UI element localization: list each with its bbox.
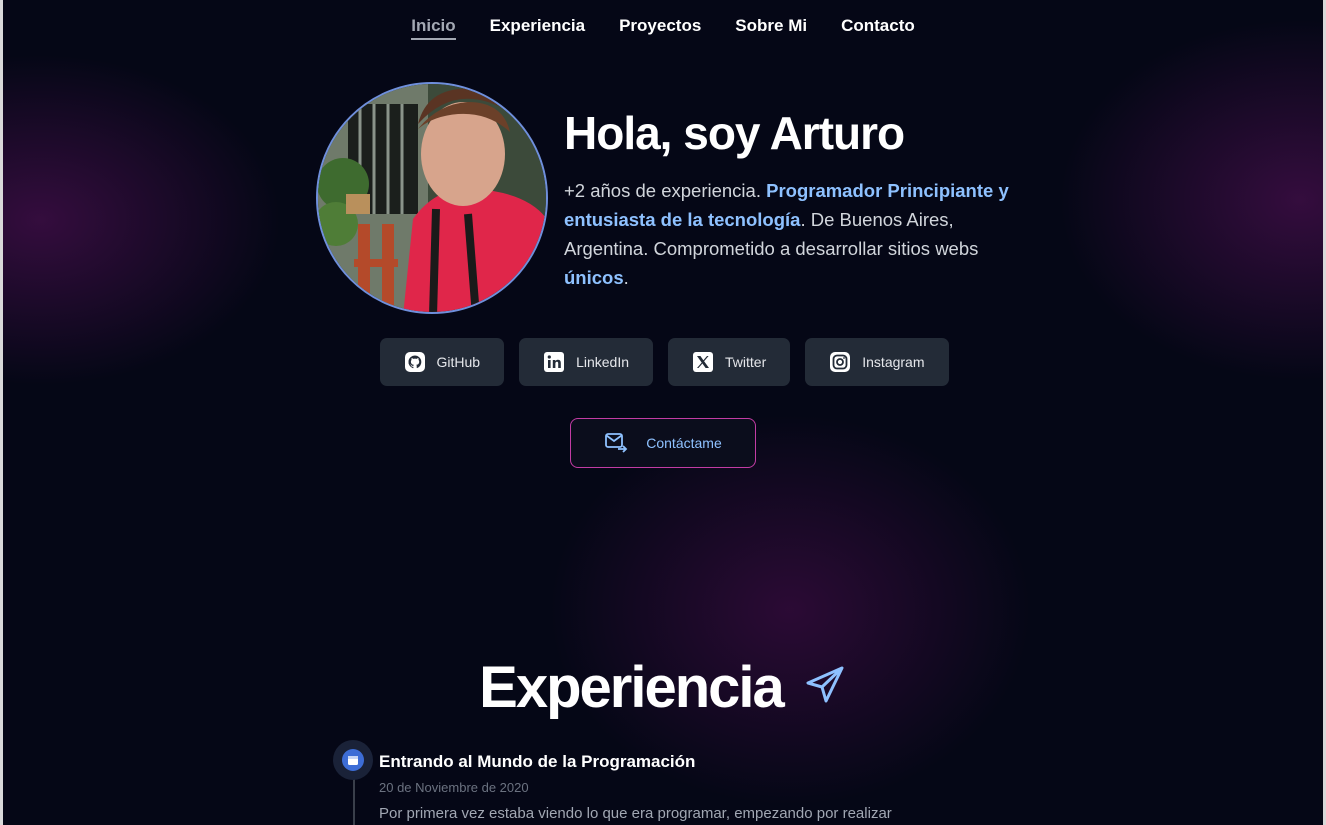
twitter-button[interactable]: Twitter (668, 338, 791, 386)
hero-description: +2 años de experiencia. Programador Prin… (564, 176, 1014, 292)
linkedin-button[interactable]: LinkedIn (519, 338, 654, 386)
hero-desc-text-1: +2 años de experiencia. (564, 180, 767, 201)
avatar-photo (318, 84, 546, 312)
github-label: GitHub (436, 354, 481, 370)
timeline-item-title: Entrando al Mundo de la Programación (379, 752, 696, 771)
experience-heading: Experiencia (0, 654, 1326, 721)
nav-item-experiencia[interactable]: Experiencia (490, 14, 585, 40)
linkedin-label: LinkedIn (576, 354, 630, 370)
nav-item-proyectos[interactable]: Proyectos (619, 14, 701, 40)
nav-item-contacto[interactable]: Contacto (841, 14, 915, 40)
instagram-button[interactable]: Instagram (805, 338, 949, 386)
calendar-icon (342, 749, 364, 771)
contact-button-label: Contáctame (646, 435, 722, 451)
social-links: GitHub LinkedIn Twitter Instagram (0, 338, 1326, 386)
avatar (316, 82, 548, 314)
paper-plane-icon (803, 663, 847, 712)
hero-desc-highlight-2: únicos (564, 267, 624, 288)
timeline-dot (333, 740, 373, 780)
nav-item-sobre-mi[interactable]: Sobre Mi (735, 14, 807, 40)
timeline-item-date: 20 de Noviembre de 2020 (379, 780, 529, 795)
experience-title: Experiencia (479, 655, 785, 720)
hero-desc-text-3: . (623, 267, 629, 288)
x-twitter-icon (692, 351, 714, 373)
mail-send-icon (604, 431, 628, 456)
instagram-label: Instagram (862, 354, 925, 370)
github-button[interactable]: GitHub (379, 338, 505, 386)
hero-title: Hola, soy Arturo (564, 107, 905, 159)
nav-item-inicio[interactable]: Inicio (411, 14, 456, 40)
timeline-item-description: Por primera vez estaba viendo lo que era… (379, 805, 892, 822)
linkedin-icon (543, 351, 565, 373)
main-nav: Inicio Experiencia Proyectos Sobre Mi Co… (0, 14, 1326, 40)
github-icon (404, 351, 426, 373)
contact-button[interactable]: Contáctame (570, 418, 756, 468)
twitter-label: Twitter (725, 354, 767, 370)
instagram-icon (829, 351, 851, 373)
